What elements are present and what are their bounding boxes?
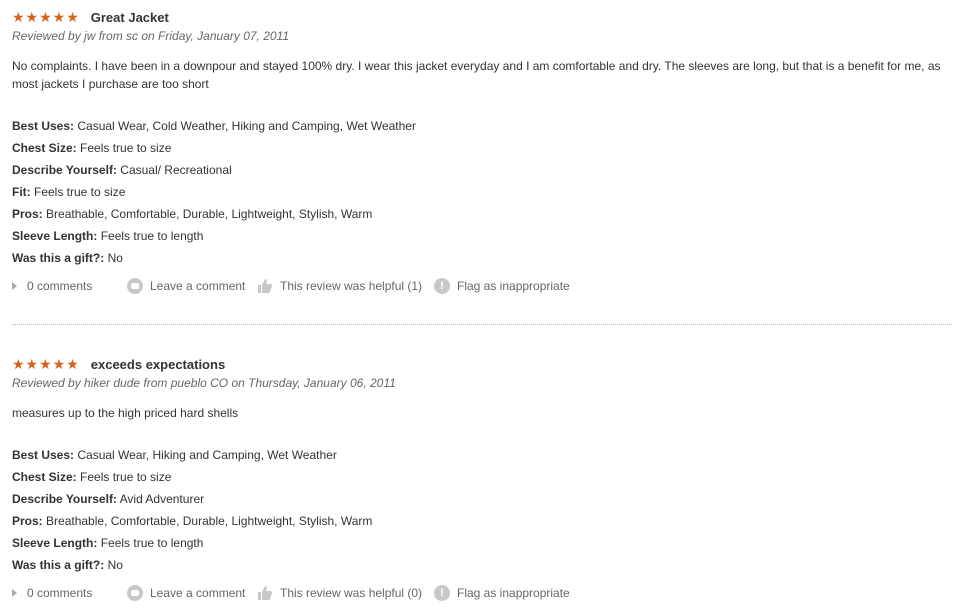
attribute-value: Feels true to size bbox=[76, 470, 172, 484]
helpful-button[interactable]: This review was helpful (1) bbox=[257, 278, 434, 294]
flag-label: Flag as inappropriate bbox=[457, 279, 570, 293]
flag-button[interactable]: ! Flag as inappropriate bbox=[434, 278, 570, 294]
review-attributes: Best Uses: Casual Wear, Cold Weather, Hi… bbox=[12, 115, 952, 269]
leave-comment-label: Leave a comment bbox=[150, 586, 246, 600]
attribute-label: Pros: bbox=[12, 207, 43, 221]
comments-toggle[interactable]: 0 comments bbox=[12, 279, 127, 293]
attribute-value: Breathable, Comfortable, Durable, Lightw… bbox=[42, 514, 373, 528]
attribute-value: Casual Wear, Cold Weather, Hiking and Ca… bbox=[74, 119, 416, 133]
star-rating: ★★★★★ bbox=[12, 355, 80, 372]
thumbs-up-icon bbox=[258, 586, 272, 600]
attribute-value: Feels true to size bbox=[76, 141, 172, 155]
speech-bubble-icon bbox=[127, 585, 143, 601]
review-header: ★★★★★ Great Jacket bbox=[12, 8, 952, 26]
attribute-describe-yourself: Describe Yourself: Casual/ Recreational bbox=[12, 159, 952, 181]
attribute-chest-size: Chest Size: Feels true to size bbox=[12, 466, 952, 488]
attribute-best-uses: Best Uses: Casual Wear, Hiking and Campi… bbox=[12, 444, 952, 466]
attribute-label: Chest Size: bbox=[12, 141, 77, 155]
attribute-chest-size: Chest Size: Feels true to size bbox=[12, 137, 952, 159]
exclamation-icon: ! bbox=[434, 585, 450, 601]
attribute-value: No bbox=[104, 558, 123, 572]
attribute-label: Describe Yourself: bbox=[12, 163, 117, 177]
attribute-label: Best Uses: bbox=[12, 448, 75, 462]
review-body: measures up to the high priced hard shel… bbox=[12, 406, 239, 420]
attribute-value: Feels true to length bbox=[97, 229, 204, 243]
attribute-value: No bbox=[104, 251, 123, 265]
leave-comment-label: Leave a comment bbox=[150, 279, 246, 293]
review-attributes: Best Uses: Casual Wear, Hiking and Campi… bbox=[12, 444, 952, 576]
attribute-pros: Pros: Breathable, Comfortable, Durable, … bbox=[12, 203, 952, 225]
attribute-sleeve-length: Sleeve Length: Feels true to length bbox=[12, 225, 952, 247]
review-title: Great Jacket bbox=[90, 9, 169, 25]
triangle-arrow-icon bbox=[12, 282, 17, 290]
speech-bubble-icon bbox=[127, 278, 143, 294]
attribute-label: Describe Yourself: bbox=[12, 492, 117, 506]
review-item: ★★★★★ exceeds expectations Reviewed by h… bbox=[12, 355, 952, 602]
attribute-gift: Was this a gift?: No bbox=[12, 247, 952, 269]
helpful-label: This review was helpful (0) bbox=[280, 586, 423, 600]
review-byline: Reviewed by jw from sc on Friday, Januar… bbox=[12, 29, 290, 43]
attribute-value: Avid Adventurer bbox=[116, 492, 205, 506]
triangle-arrow-icon bbox=[12, 589, 17, 597]
attribute-value: Feels true to size bbox=[30, 185, 126, 199]
attribute-value: Feels true to length bbox=[97, 536, 204, 550]
review-item: ★★★★★ Great Jacket Reviewed by jw from s… bbox=[12, 8, 952, 295]
attribute-label: Pros: bbox=[12, 514, 43, 528]
helpful-button[interactable]: This review was helpful (0) bbox=[257, 585, 434, 601]
attribute-label: Was this a gift?: bbox=[12, 251, 105, 265]
thumbs-up-icon bbox=[258, 279, 272, 293]
attribute-fit: Fit: Feels true to size bbox=[12, 181, 952, 203]
attribute-label: Chest Size: bbox=[12, 470, 77, 484]
attribute-label: Sleeve Length: bbox=[12, 536, 98, 550]
attribute-best-uses: Best Uses: Casual Wear, Cold Weather, Hi… bbox=[12, 115, 952, 137]
review-byline: Reviewed by hiker dude from pueblo CO on… bbox=[12, 376, 396, 390]
flag-label: Flag as inappropriate bbox=[457, 586, 570, 600]
flag-button[interactable]: ! Flag as inappropriate bbox=[434, 585, 570, 601]
review-title: exceeds expectations bbox=[90, 356, 226, 372]
review-header: ★★★★★ exceeds expectations bbox=[12, 355, 952, 373]
attribute-label: Sleeve Length: bbox=[12, 229, 98, 243]
star-rating: ★★★★★ bbox=[12, 8, 80, 25]
attribute-value: Casual Wear, Hiking and Camping, Wet Wea… bbox=[74, 448, 337, 462]
exclamation-icon: ! bbox=[434, 278, 450, 294]
attribute-value: Casual/ Recreational bbox=[116, 163, 232, 177]
comments-count-label: 0 comments bbox=[27, 279, 93, 293]
leave-comment-button[interactable]: Leave a comment bbox=[127, 585, 257, 601]
attribute-value: Breathable, Comfortable, Durable, Lightw… bbox=[42, 207, 373, 221]
helpful-label: This review was helpful (1) bbox=[280, 279, 423, 293]
review-body: No complaints. I have been in a downpour… bbox=[12, 59, 941, 91]
attribute-label: Fit: bbox=[12, 185, 31, 199]
attribute-pros: Pros: Breathable, Comfortable, Durable, … bbox=[12, 510, 952, 532]
attribute-sleeve-length: Sleeve Length: Feels true to length bbox=[12, 532, 952, 554]
review-actions: 0 comments Leave a comment This review w… bbox=[12, 584, 952, 602]
comments-count-label: 0 comments bbox=[27, 586, 93, 600]
attribute-describe-yourself: Describe Yourself: Avid Adventurer bbox=[12, 488, 952, 510]
leave-comment-button[interactable]: Leave a comment bbox=[127, 278, 257, 294]
review-divider bbox=[12, 324, 952, 325]
comments-toggle[interactable]: 0 comments bbox=[12, 586, 127, 600]
attribute-label: Was this a gift?: bbox=[12, 558, 105, 572]
attribute-label: Best Uses: bbox=[12, 119, 75, 133]
review-actions: 0 comments Leave a comment This review w… bbox=[12, 277, 952, 295]
attribute-gift: Was this a gift?: No bbox=[12, 554, 952, 576]
